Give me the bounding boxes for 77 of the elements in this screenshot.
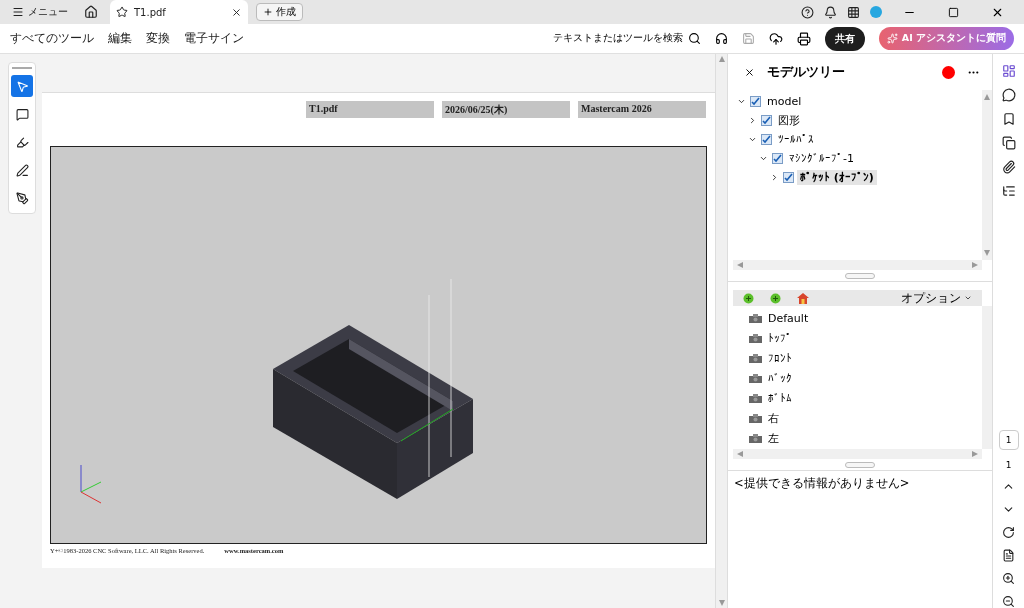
page-number-field[interactable]: 1	[998, 430, 1019, 450]
checkbox[interactable]	[750, 95, 761, 107]
search-icon[interactable]	[687, 32, 701, 45]
menu-item[interactable]: 電子サイン	[184, 30, 244, 47]
tree-icon[interactable]	[1001, 184, 1016, 198]
camera-icon	[749, 414, 762, 424]
camera-icon	[749, 333, 762, 343]
menu-button[interactable]: メニュー	[8, 3, 72, 21]
splitter-handle[interactable]	[845, 461, 875, 468]
camera-icon	[749, 394, 762, 404]
star-icon[interactable]	[116, 6, 128, 18]
comment-icon[interactable]	[1001, 88, 1016, 102]
camera-icon	[749, 434, 762, 444]
header-cell: T1.pdf	[306, 101, 434, 118]
panel-title: モデルツリー	[767, 63, 846, 81]
document-tab[interactable]: T1.pdf	[110, 0, 248, 24]
tree-item[interactable]: ﾏｼﾝｸﾞﾙｰﾌﾟ-1	[786, 150, 857, 166]
menu-icon[interactable]	[12, 6, 24, 18]
camera-icon	[749, 353, 762, 363]
info-text: <提供できる情報がありません>	[733, 475, 911, 492]
tree-item[interactable]: 図形	[775, 111, 803, 129]
chevron-right-icon[interactable]	[770, 172, 779, 182]
forward-button[interactable]	[770, 292, 781, 304]
caret-icon[interactable]	[964, 294, 972, 302]
header-cell: Mastercam 2026	[578, 101, 706, 118]
tree-item[interactable]: ﾂｰﾙﾊﾟｽ	[775, 131, 817, 147]
paperclip-icon[interactable]	[1001, 160, 1016, 174]
tree-item[interactable]: model	[764, 93, 805, 109]
menu-item[interactable]: 編集	[108, 30, 132, 47]
ai-assistant-button[interactable]: AI アシスタントに質問	[878, 27, 1014, 50]
panel-icon[interactable]	[1001, 64, 1016, 78]
view-item[interactable]: Default	[768, 311, 809, 325]
checkbox[interactable]	[783, 171, 794, 183]
share-button[interactable]: 共有	[824, 26, 865, 51]
zoom-in-icon[interactable]	[1002, 572, 1015, 585]
create-button[interactable]: 作成	[256, 3, 303, 21]
close-icon[interactable]	[231, 6, 242, 18]
menu-item[interactable]: すべてのツール	[10, 30, 94, 47]
view-item[interactable]: ﾊﾞｯｸ	[768, 372, 792, 385]
document-icon[interactable]	[1002, 549, 1015, 562]
vertical-scrollbar[interactable]	[982, 306, 992, 449]
splitter-handle[interactable]	[845, 272, 875, 279]
headphones-icon[interactable]	[714, 32, 728, 45]
view-item[interactable]: ﾌﾛﾝﾄ	[768, 351, 792, 365]
tab-label: T1.pdf	[134, 6, 167, 18]
view-item[interactable]: ﾎﾞﾄﾑ	[768, 392, 792, 406]
sparkle-icon[interactable]	[886, 33, 898, 44]
page-total: 1	[1005, 460, 1012, 470]
checkbox[interactable]	[761, 114, 772, 126]
tree-item[interactable]: ﾎﾟｹｯﾄ (ｵｰﾌﾟﾝ)	[797, 169, 877, 185]
record-dot-icon	[942, 65, 955, 79]
axis-triad-drawing	[80, 464, 102, 504]
chevron-right-icon[interactable]	[748, 115, 757, 125]
copy-pages-icon[interactable]	[1001, 136, 1016, 150]
header-cell: 2026/06/25(木)	[442, 101, 570, 118]
checkbox[interactable]	[761, 133, 772, 145]
apps-grid-icon[interactable]	[847, 5, 860, 19]
checkbox[interactable]	[772, 152, 783, 164]
help-icon[interactable]	[801, 5, 814, 19]
camera-icon	[749, 374, 762, 383]
rotate-icon[interactable]	[1002, 526, 1015, 539]
camera-icon	[749, 313, 762, 323]
bell-icon[interactable]	[824, 5, 837, 19]
search-button[interactable]: テキストまたはツールを検索	[552, 32, 701, 45]
upload-icon[interactable]	[768, 31, 783, 46]
menu-item[interactable]: 変換	[146, 30, 170, 47]
print-icon[interactable]	[796, 31, 811, 46]
view-item[interactable]: ﾄｯﾌﾟ	[768, 331, 792, 345]
view-item[interactable]: 左	[768, 431, 779, 447]
view-item[interactable]: 右	[768, 411, 779, 427]
zoom-out-icon[interactable]	[1002, 595, 1015, 608]
close-icon[interactable]	[744, 66, 755, 78]
home-icon[interactable]	[84, 5, 98, 19]
plus-icon[interactable]	[263, 7, 273, 17]
bookmark-icon[interactable]	[1001, 112, 1016, 126]
restore-icon[interactable]	[947, 6, 959, 18]
back-button[interactable]	[743, 292, 754, 304]
